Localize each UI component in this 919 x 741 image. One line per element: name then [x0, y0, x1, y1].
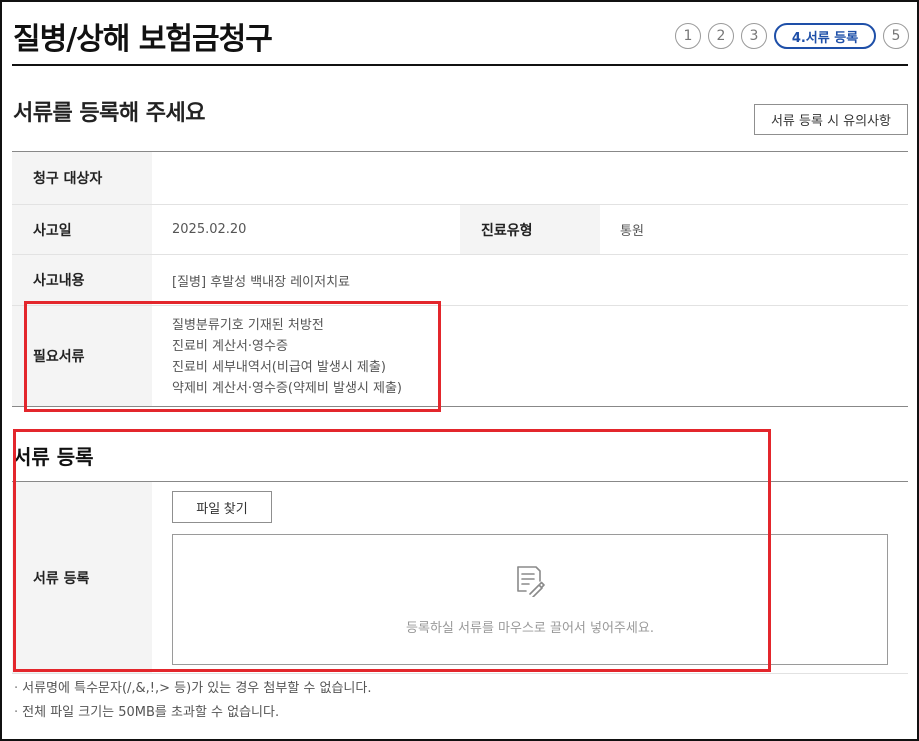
accident-date-label: 사고일 — [12, 205, 152, 254]
step-5[interactable]: 5 — [883, 23, 909, 49]
required-docs-label: 필요서류 — [12, 306, 152, 406]
note-text: 서류명에 특수문자(/,&,!,> 등)가 있는 경우 첨부할 수 없습니다. — [22, 681, 372, 696]
note-text: 전체 파일 크기는 50MB를 초과할 수 없습니다. — [22, 705, 280, 720]
dropzone-hint: 등록하실 서류를 마우스로 끌어서 넣어주세요. — [406, 621, 654, 636]
accident-date-value: 2025.02.20 — [172, 222, 247, 237]
step-indicator: 1 2 3 4.서류 등록 5 — [675, 23, 909, 49]
upload-notes: · 서류명에 특수문자(/,&,!,> 등)가 있는 경우 첨부할 수 없습니다.… — [14, 677, 371, 725]
treatment-type-label: 진료유형 — [460, 205, 600, 254]
step-1[interactable]: 1 — [675, 23, 701, 49]
required-doc-item: 진료비 계산서·영수증 — [172, 339, 288, 354]
accident-detail-label: 사고내용 — [12, 255, 152, 305]
file-browse-button[interactable]: 파일 찾기 — [172, 491, 272, 523]
table-row: 청구 대상자 — [12, 152, 908, 205]
accident-detail-value: [질병] 후발성 백내장 레이저치료 — [172, 274, 351, 290]
step-4-current[interactable]: 4.서류 등록 — [774, 23, 876, 49]
claim-info-table: 청구 대상자 사고일 2025.02.20 진료유형 통원 사고내용 [질병] … — [12, 151, 908, 407]
table-row: 사고내용 [질병] 후발성 백내장 레이저치료 — [12, 255, 908, 306]
note-item: · 전체 파일 크기는 50MB를 초과할 수 없습니다. — [14, 701, 371, 725]
note-item: · 서류명에 특수문자(/,&,!,> 등)가 있는 경우 첨부할 수 없습니다. — [14, 677, 371, 701]
treatment-type-value: 통원 — [620, 224, 644, 239]
step-3[interactable]: 3 — [741, 23, 767, 49]
notice-button[interactable]: 서류 등록 시 유의사항 — [754, 104, 908, 135]
table-row: 사고일 2025.02.20 진료유형 통원 — [12, 205, 908, 255]
required-doc-item: 질병분류기호 기재된 처방전 — [172, 318, 324, 333]
required-docs-list: 질병분류기호 기재된 처방전 진료비 계산서·영수증 진료비 세부내역서(비급여… — [152, 306, 908, 406]
file-dropzone[interactable]: 등록하실 서류를 마우스로 끌어서 넣어주세요. — [172, 534, 888, 665]
required-doc-item: 약제비 계산서·영수증(약제비 발생시 제출) — [172, 381, 402, 396]
bullet-icon: · — [14, 681, 19, 696]
register-title: 서류 등록 — [13, 445, 94, 469]
claimant-label: 청구 대상자 — [12, 152, 152, 204]
table-row: 필요서류 질병분류기호 기재된 처방전 진료비 계산서·영수증 진료비 세부내역… — [12, 306, 908, 407]
page-title: 질병/상해 보험금청구 — [13, 22, 273, 57]
step-2[interactable]: 2 — [708, 23, 734, 49]
claimant-value — [152, 152, 908, 204]
required-doc-item: 진료비 세부내역서(비급여 발생시 제출) — [172, 360, 386, 375]
document-icon — [517, 566, 545, 597]
bullet-icon: · — [14, 705, 19, 720]
register-row-label: 서류 등록 — [12, 482, 152, 673]
register-bottom-divider — [12, 673, 908, 674]
section-title: 서류를 등록해 주세요 — [13, 101, 205, 126]
title-divider — [12, 64, 908, 66]
